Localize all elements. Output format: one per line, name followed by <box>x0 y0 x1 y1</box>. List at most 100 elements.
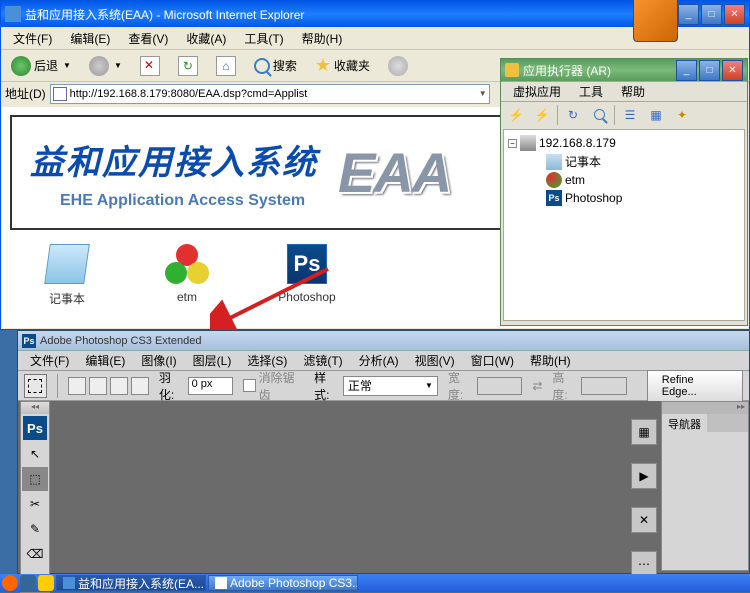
tray-icon[interactable] <box>2 575 18 591</box>
home-button[interactable]: ⌂ <box>210 53 242 79</box>
connect-button[interactable]: ⚡ <box>505 104 527 126</box>
menu-file[interactable]: 文件(F) <box>5 28 60 49</box>
disconnect-button[interactable]: ⚡ <box>531 104 553 126</box>
search-icon <box>254 58 270 74</box>
minimize-button[interactable]: _ <box>678 4 699 25</box>
tree-item-etm[interactable]: etm <box>508 171 740 189</box>
lasso-tool[interactable]: ✂ <box>22 492 48 516</box>
selection-add-button[interactable] <box>89 377 107 395</box>
back-button[interactable]: 后退▼ <box>5 53 77 79</box>
feather-label: 羽化: <box>159 369 185 403</box>
refine-edge-button[interactable]: Refine Edge... <box>647 370 743 402</box>
ie-icon <box>63 577 75 589</box>
menu-file[interactable]: 文件(F) <box>22 350 77 371</box>
menu-tools[interactable]: 工具 <box>571 81 611 102</box>
menu-view[interactable]: 查看(V) <box>120 28 176 49</box>
ps-collapsed-panels: ▦ ▶ ✕ ⋯ <box>631 401 659 581</box>
page-title-en: EHE Application Access System <box>60 192 318 210</box>
favorites-button[interactable]: ★收藏夹 <box>309 52 376 79</box>
forward-button[interactable]: ▼ <box>83 53 128 79</box>
refresh-button[interactable]: ↻ <box>562 104 584 126</box>
maximize-button[interactable]: □ <box>699 60 720 81</box>
history-button[interactable] <box>382 53 414 79</box>
crop-tool[interactable]: ✎ <box>22 517 48 541</box>
refresh-button[interactable]: ↻ <box>172 53 204 79</box>
menu-edit[interactable]: 编辑(E) <box>77 350 133 371</box>
stop-button[interactable] <box>134 53 166 79</box>
ar-titlebar[interactable]: 应用执行器 (AR) _ □ ✕ <box>501 59 747 81</box>
toolbox-grip[interactable]: ◂◂ <box>21 402 49 414</box>
collapse-icon[interactable]: − <box>508 139 517 148</box>
selection-subtract-button[interactable] <box>110 377 128 395</box>
photoshop-icon: Ps <box>215 577 227 589</box>
photoshop-icon: Ps <box>22 334 36 348</box>
minimize-button[interactable]: _ <box>676 60 697 81</box>
etm-icon <box>546 172 562 188</box>
tree-server-node[interactable]: − 192.168.8.179 <box>508 134 740 152</box>
msn-logo-button[interactable] <box>633 0 678 42</box>
move-tool[interactable]: ↖ <box>22 442 48 466</box>
selection-intersect-button[interactable] <box>131 377 149 395</box>
ps-options-bar: 羽化: 0 px 消除锯齿 样式: 正常▼ 宽度: ⇄ 高度: Refine E… <box>18 371 749 401</box>
maximize-button[interactable]: □ <box>701 4 722 25</box>
app-label: 记事本 <box>49 290 85 307</box>
style-select[interactable]: 正常▼ <box>343 376 438 396</box>
page-logo: EAA <box>338 140 450 205</box>
taskbar: 益和应用接入系统(EA... PsAdobe Photoshop CS3... <box>0 574 750 592</box>
selection-new-button[interactable] <box>68 377 86 395</box>
search-button[interactable] <box>588 104 610 126</box>
panel-icon-button[interactable]: ▶ <box>631 463 657 489</box>
search-button[interactable]: 搜索 <box>248 54 303 77</box>
dropdown-icon[interactable]: ▼ <box>479 89 487 98</box>
ar-tree: − 192.168.8.179 记事本 etm PsPhotoshop <box>503 129 745 321</box>
ie-titlebar[interactable]: 益和应用接入系统(EAA) - Microsoft Internet Explo… <box>1 1 749 27</box>
menu-virtual-app[interactable]: 虚拟应用 <box>505 81 569 102</box>
close-button[interactable]: ✕ <box>722 60 743 81</box>
tray-icon[interactable] <box>20 575 36 591</box>
panel-icon-button[interactable]: ✕ <box>631 507 657 533</box>
ie-app-icon <box>5 6 21 22</box>
tree-item-notepad[interactable]: 记事本 <box>508 152 740 171</box>
app-item-photoshop[interactable]: Ps Photoshop <box>262 244 352 307</box>
feather-input[interactable]: 0 px <box>188 377 234 395</box>
ps-titlebar[interactable]: Ps Adobe Photoshop CS3 Extended <box>18 331 749 351</box>
icon-view-button[interactable]: ▦ <box>645 104 667 126</box>
taskbar-item-photoshop[interactable]: PsAdobe Photoshop CS3... <box>208 575 358 591</box>
app-item-etm[interactable]: etm <box>142 244 232 307</box>
swap-icon: ⇄ <box>532 379 542 393</box>
tray-icon[interactable] <box>38 575 54 591</box>
menu-edit[interactable]: 编辑(E) <box>62 28 118 49</box>
star-icon: ★ <box>315 55 331 76</box>
app-item-notepad[interactable]: 记事本 <box>22 244 112 307</box>
panel-icon-button[interactable]: ▦ <box>631 419 657 445</box>
photoshop-icon: Ps <box>287 244 327 284</box>
marquee-tool[interactable]: ⬚ <box>22 467 48 491</box>
menu-favorites[interactable]: 收藏(A) <box>178 28 234 49</box>
app-label: etm <box>177 290 197 304</box>
menu-help[interactable]: 帮助 <box>613 81 653 102</box>
tree-server-label: 192.168.8.179 <box>539 136 616 150</box>
address-label: 地址(D) <box>5 85 46 102</box>
address-input[interactable]: http://192.168.8.179:8080/EAA.dsp?cmd=Ap… <box>50 84 490 104</box>
wizard-button[interactable]: ✦ <box>671 104 693 126</box>
marquee-icon <box>28 379 42 393</box>
navigator-tab[interactable]: 导航器 <box>662 414 707 432</box>
panel-grip[interactable]: ▸▸ <box>662 402 748 414</box>
menu-tools[interactable]: 工具(T) <box>236 28 291 49</box>
antialias-label: 消除锯齿 <box>259 369 304 403</box>
width-label: 宽度: <box>448 369 474 403</box>
back-icon <box>11 56 31 76</box>
ie-title: 益和应用接入系统(EAA) - Microsoft Internet Explo… <box>25 6 633 23</box>
active-tool-display[interactable] <box>24 374 47 398</box>
app-label: Photoshop <box>278 290 335 304</box>
tree-item-photoshop[interactable]: PsPhotoshop <box>508 189 740 207</box>
width-input <box>477 377 523 395</box>
eraser-tool[interactable]: ⌫ <box>22 542 48 566</box>
list-view-button[interactable]: ☰ <box>619 104 641 126</box>
menu-help[interactable]: 帮助(H) <box>294 28 351 49</box>
ar-app-icon <box>505 63 519 77</box>
close-button[interactable]: ✕ <box>724 4 745 25</box>
ps-navigator-panel[interactable]: ▸▸ 导航器 <box>661 401 749 571</box>
ps-title: Adobe Photoshop CS3 Extended <box>40 335 745 347</box>
taskbar-item-ie[interactable]: 益和应用接入系统(EA... <box>56 575 206 591</box>
